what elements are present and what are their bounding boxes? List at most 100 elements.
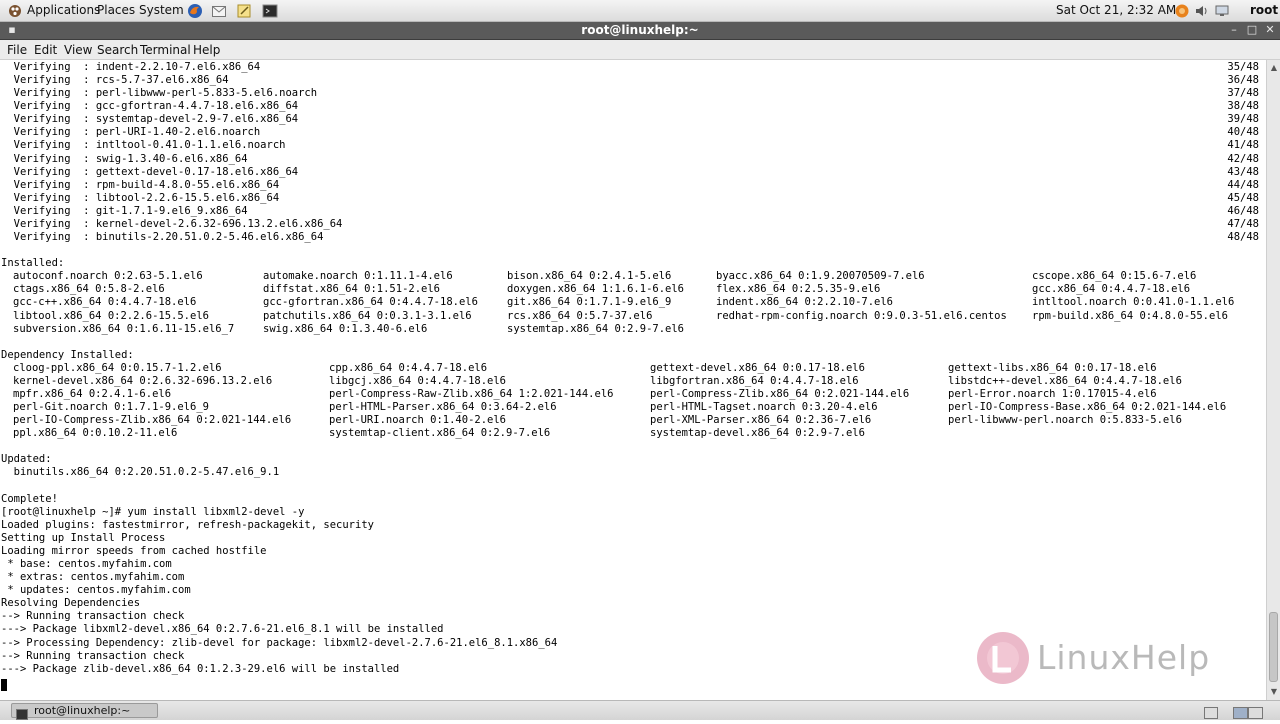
dependency-package: perl-Git.noarch 0:1.7.1-9.el6_9 bbox=[13, 401, 209, 414]
maximize-icon[interactable]: □ bbox=[1246, 24, 1258, 36]
dependency-package: gettext-libs.x86_64 0:0.17-18.el6 bbox=[948, 361, 1157, 374]
top-panel: Applications Places System Sat Oct 21, 2… bbox=[0, 0, 1280, 22]
verify-progress-count: 42/48 bbox=[1227, 152, 1259, 165]
scrollbar-thumb[interactable] bbox=[1269, 612, 1278, 682]
window-titlebar[interactable]: ▪ root@linuxhelp:~ – □ ✕ bbox=[0, 22, 1280, 40]
dependency-package: perl-Error.noarch 1:0.17015-4.el6 bbox=[948, 388, 1157, 400]
installed-package: git.x86_64 0:1.7.1-9.el6_9 bbox=[507, 296, 672, 309]
linuxhelp-logo-icon bbox=[977, 632, 1029, 684]
volume-icon[interactable] bbox=[1194, 3, 1210, 19]
menu-terminal[interactable]: Terminal bbox=[140, 43, 191, 57]
menu-view[interactable]: View bbox=[64, 43, 92, 57]
installed-package: byacc.x86_64 0:1.9.20070509-7.el6 bbox=[716, 270, 925, 283]
verify-progress-count: 36/48 bbox=[1227, 74, 1259, 87]
dependency-package: systemtap-devel.x86_64 0:2.9-7.el6 bbox=[650, 427, 865, 440]
installed-package: autoconf.noarch 0:2.63-5.1.el6 bbox=[13, 270, 203, 283]
linuxhelp-watermark: LinuxHelp bbox=[975, 628, 1235, 688]
terminal-cursor bbox=[1, 679, 7, 691]
show-desktop-icon[interactable] bbox=[1204, 704, 1218, 723]
mail-icon[interactable] bbox=[211, 3, 227, 19]
verify-progress-count: 46/48 bbox=[1227, 204, 1259, 217]
scroll-down-arrow-icon[interactable]: ▼ bbox=[1268, 686, 1280, 698]
dependency-package: libstdc++-devel.x86_64 0:4.4.7-18.el6 bbox=[948, 374, 1182, 387]
installed-package: swig.x86_64 0:1.3.40-6.el6 bbox=[263, 322, 428, 335]
dependency-package: cpp.x86_64 0:4.4.7-18.el6 bbox=[329, 361, 488, 374]
window-title: root@linuxhelp:~ bbox=[581, 23, 699, 37]
verify-progress-count: 45/48 bbox=[1227, 191, 1259, 204]
verify-progress-count: 40/48 bbox=[1227, 126, 1259, 139]
installed-package: doxygen.x86_64 1:1.6.1-6.el6 bbox=[507, 283, 685, 296]
menu-edit[interactable]: Edit bbox=[34, 43, 57, 57]
installed-package: diffstat.x86_64 0:1.51-2.el6 bbox=[263, 283, 441, 296]
installed-package: libtool.x86_64 0:2.2.6-15.5.el6 bbox=[13, 309, 209, 322]
dependency-package: perl-HTML-Tagset.noarch 0:3.20-4.el6 bbox=[650, 401, 878, 414]
installed-package: gcc-gfortran.x86_64 0:4.4.7-18.el6 bbox=[263, 296, 478, 309]
terminal-output[interactable]: Verifying : indent-2.2.10-7.el6.x86_64 V… bbox=[0, 60, 1266, 700]
workspace-switcher-icon[interactable] bbox=[1233, 704, 1263, 723]
installed-package: automake.noarch 0:1.11.1-4.el6 bbox=[263, 270, 453, 283]
verify-progress-count: 39/48 bbox=[1227, 113, 1259, 126]
dependency-package: libgfortran.x86_64 0:4.4.7-18.el6 bbox=[650, 374, 859, 387]
clock[interactable]: Sat Oct 21, 2:32 AM bbox=[1056, 3, 1176, 18]
taskbar-window-label: root@linuxhelp:~ bbox=[34, 704, 131, 717]
firefox-icon[interactable] bbox=[187, 3, 203, 19]
terminal-menubar: File Edit View Search Terminal Help bbox=[0, 40, 1280, 60]
scroll-up-arrow-icon[interactable]: ▲ bbox=[1268, 62, 1280, 74]
installed-package: rpm-build.x86_64 0:4.8.0-55.el6 bbox=[1032, 309, 1228, 322]
user-name[interactable]: root bbox=[1250, 3, 1278, 18]
installed-package: gcc.x86_64 0:4.4.7-18.el6 bbox=[1032, 283, 1191, 296]
network-icon[interactable] bbox=[1214, 3, 1230, 19]
verify-progress-count: 48/48 bbox=[1227, 231, 1259, 244]
verify-progress-count: 41/48 bbox=[1227, 139, 1259, 152]
applications-icon[interactable] bbox=[7, 3, 23, 19]
installed-package: patchutils.x86_64 0:0.3.1-3.1.el6 bbox=[263, 309, 472, 322]
dependency-package: libgcj.x86_64 0:4.4.7-18.el6 bbox=[329, 374, 507, 387]
menu-places[interactable]: Places bbox=[97, 3, 135, 18]
menu-applications[interactable]: Applications bbox=[27, 3, 100, 18]
dependency-package: cloog-ppl.x86_64 0:0.15.7-1.2.el6 bbox=[13, 361, 222, 374]
close-icon[interactable]: ✕ bbox=[1264, 24, 1276, 36]
dependency-package: perl-XML-Parser.x86_64 0:2.36-7.el6 bbox=[650, 414, 872, 427]
installed-package: indent.x86_64 0:2.2.10-7.el6 bbox=[716, 296, 894, 309]
bottom-panel: root@linuxhelp:~ bbox=[0, 700, 1280, 720]
installed-package: bison.x86_64 0:2.4.1-5.el6 bbox=[507, 270, 672, 283]
minimize-icon[interactable]: – bbox=[1228, 24, 1240, 36]
menu-search[interactable]: Search bbox=[97, 43, 138, 57]
dependency-package: perl-IO-Compress-Zlib.x86_64 0:2.021-144… bbox=[13, 414, 292, 427]
installed-package: systemtap.x86_64 0:2.9-7.el6 bbox=[507, 322, 685, 335]
installed-package: subversion.x86_64 0:1.6.11-15.el6_7 bbox=[13, 322, 235, 335]
verify-progress-count: 44/48 bbox=[1227, 178, 1259, 191]
verify-progress-count: 37/48 bbox=[1227, 87, 1259, 100]
notes-icon[interactable] bbox=[236, 3, 252, 19]
dependency-package: perl-Compress-Raw-Zlib.x86_64 1:2.021-14… bbox=[329, 388, 614, 400]
installed-package: cscope.x86_64 0:15.6-7.el6 bbox=[1032, 270, 1197, 283]
terminal-package-columns: 35/48 36/48 37/48 38/48 39/48 40/48 41/48 42/48… bbox=[0, 60, 1266, 700]
dependency-package: perl-libwww-perl.noarch 0:5.833-5.el6 bbox=[948, 414, 1182, 427]
verify-progress-count: 47/48 bbox=[1227, 217, 1259, 230]
installed-package: redhat-rpm-config.noarch 0:9.0.3-51.el6.… bbox=[716, 309, 1007, 322]
dependency-package: perl-Compress-Zlib.x86_64 0:2.021-144.el… bbox=[650, 388, 910, 400]
terminal-window-icon bbox=[16, 705, 28, 724]
verify-progress-count: 38/48 bbox=[1227, 100, 1259, 113]
verify-progress-count: 35/48 bbox=[1227, 61, 1259, 73]
installed-package: gcc-c++.x86_64 0:4.4.7-18.el6 bbox=[13, 296, 197, 309]
dependency-package: perl-HTML-Parser.x86_64 0:3.64-2.el6 bbox=[329, 401, 557, 414]
dependency-package: systemtap-client.x86_64 0:2.9-7.el6 bbox=[329, 427, 551, 440]
menu-help[interactable]: Help bbox=[193, 43, 220, 57]
dependency-package: perl-URI.noarch 0:1.40-2.el6 bbox=[329, 414, 507, 427]
dependency-package: ppl.x86_64 0:0.10.2-11.el6 bbox=[13, 427, 178, 440]
menu-file[interactable]: File bbox=[7, 43, 27, 57]
dependency-package: mpfr.x86_64 0:2.4.1-6.el6 bbox=[13, 388, 172, 400]
installed-package: flex.x86_64 0:2.5.35-9.el6 bbox=[716, 283, 881, 296]
verify-progress-count: 43/48 bbox=[1227, 165, 1259, 178]
menu-system[interactable]: System bbox=[139, 3, 184, 18]
watermark-text: LinuxHelp bbox=[1037, 638, 1211, 677]
taskbar-window-button[interactable]: root@linuxhelp:~ bbox=[11, 703, 158, 720]
dependency-package: kernel-devel.x86_64 0:2.6.32-696.13.2.el… bbox=[13, 374, 273, 387]
installed-package: ctags.x86_64 0:5.8-2.el6 bbox=[13, 283, 165, 296]
terminal-scrollbar[interactable]: ▲ ▼ bbox=[1266, 60, 1280, 700]
update-icon[interactable] bbox=[1174, 3, 1190, 19]
terminal-launcher-icon[interactable] bbox=[262, 3, 278, 19]
dependency-package: gettext-devel.x86_64 0:0.17-18.el6 bbox=[650, 361, 865, 374]
installed-package: intltool.noarch 0:0.41.0-1.1.el6 bbox=[1032, 296, 1235, 309]
